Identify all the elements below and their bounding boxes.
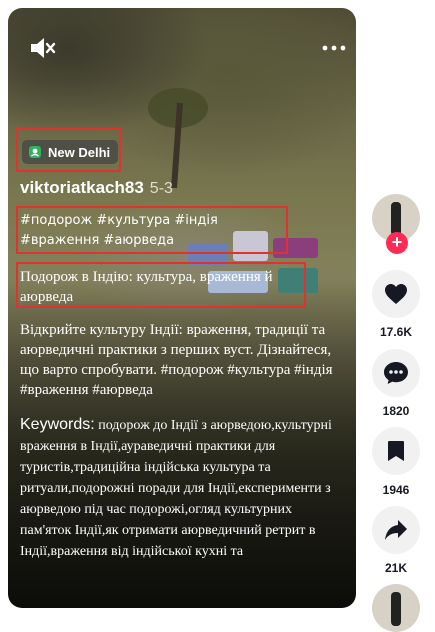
share-icon [385, 520, 407, 540]
bookmark-icon [388, 441, 404, 461]
bookmark-button[interactable] [372, 427, 420, 475]
highlight-box-title [16, 262, 306, 308]
highlight-box-location [16, 128, 121, 172]
author-username[interactable]: viktoriatkach83 [20, 178, 144, 197]
heart-icon [385, 284, 407, 304]
like-count: 17.6K [379, 325, 413, 339]
post-date: 5-3 [149, 180, 173, 197]
video-description: Відкрийте культуру Індії: враження, трад… [20, 322, 333, 398]
keywords-text: подорож до Індії з аюрведою,культурні вр… [20, 418, 332, 559]
share-button[interactable] [372, 506, 420, 554]
comment-icon [384, 362, 408, 384]
highlight-box-hashtags [16, 206, 288, 254]
keywords-label: Keywords: [20, 416, 95, 433]
comment-count: 1820 [382, 404, 410, 418]
author-row: viktoriatkach83 5-3 [20, 178, 173, 198]
bookmark-count: 1946 [382, 483, 410, 497]
follow-button[interactable]: + [386, 232, 408, 254]
more-icon[interactable] [322, 44, 346, 52]
mute-icon[interactable] [28, 36, 56, 60]
like-button[interactable] [372, 270, 420, 318]
share-count: 21K [384, 561, 407, 575]
keywords-block: Keywords: подорож до Індії з аюрведою,ку… [20, 414, 338, 562]
comment-button[interactable] [372, 349, 420, 397]
next-author-avatar[interactable] [372, 584, 420, 632]
